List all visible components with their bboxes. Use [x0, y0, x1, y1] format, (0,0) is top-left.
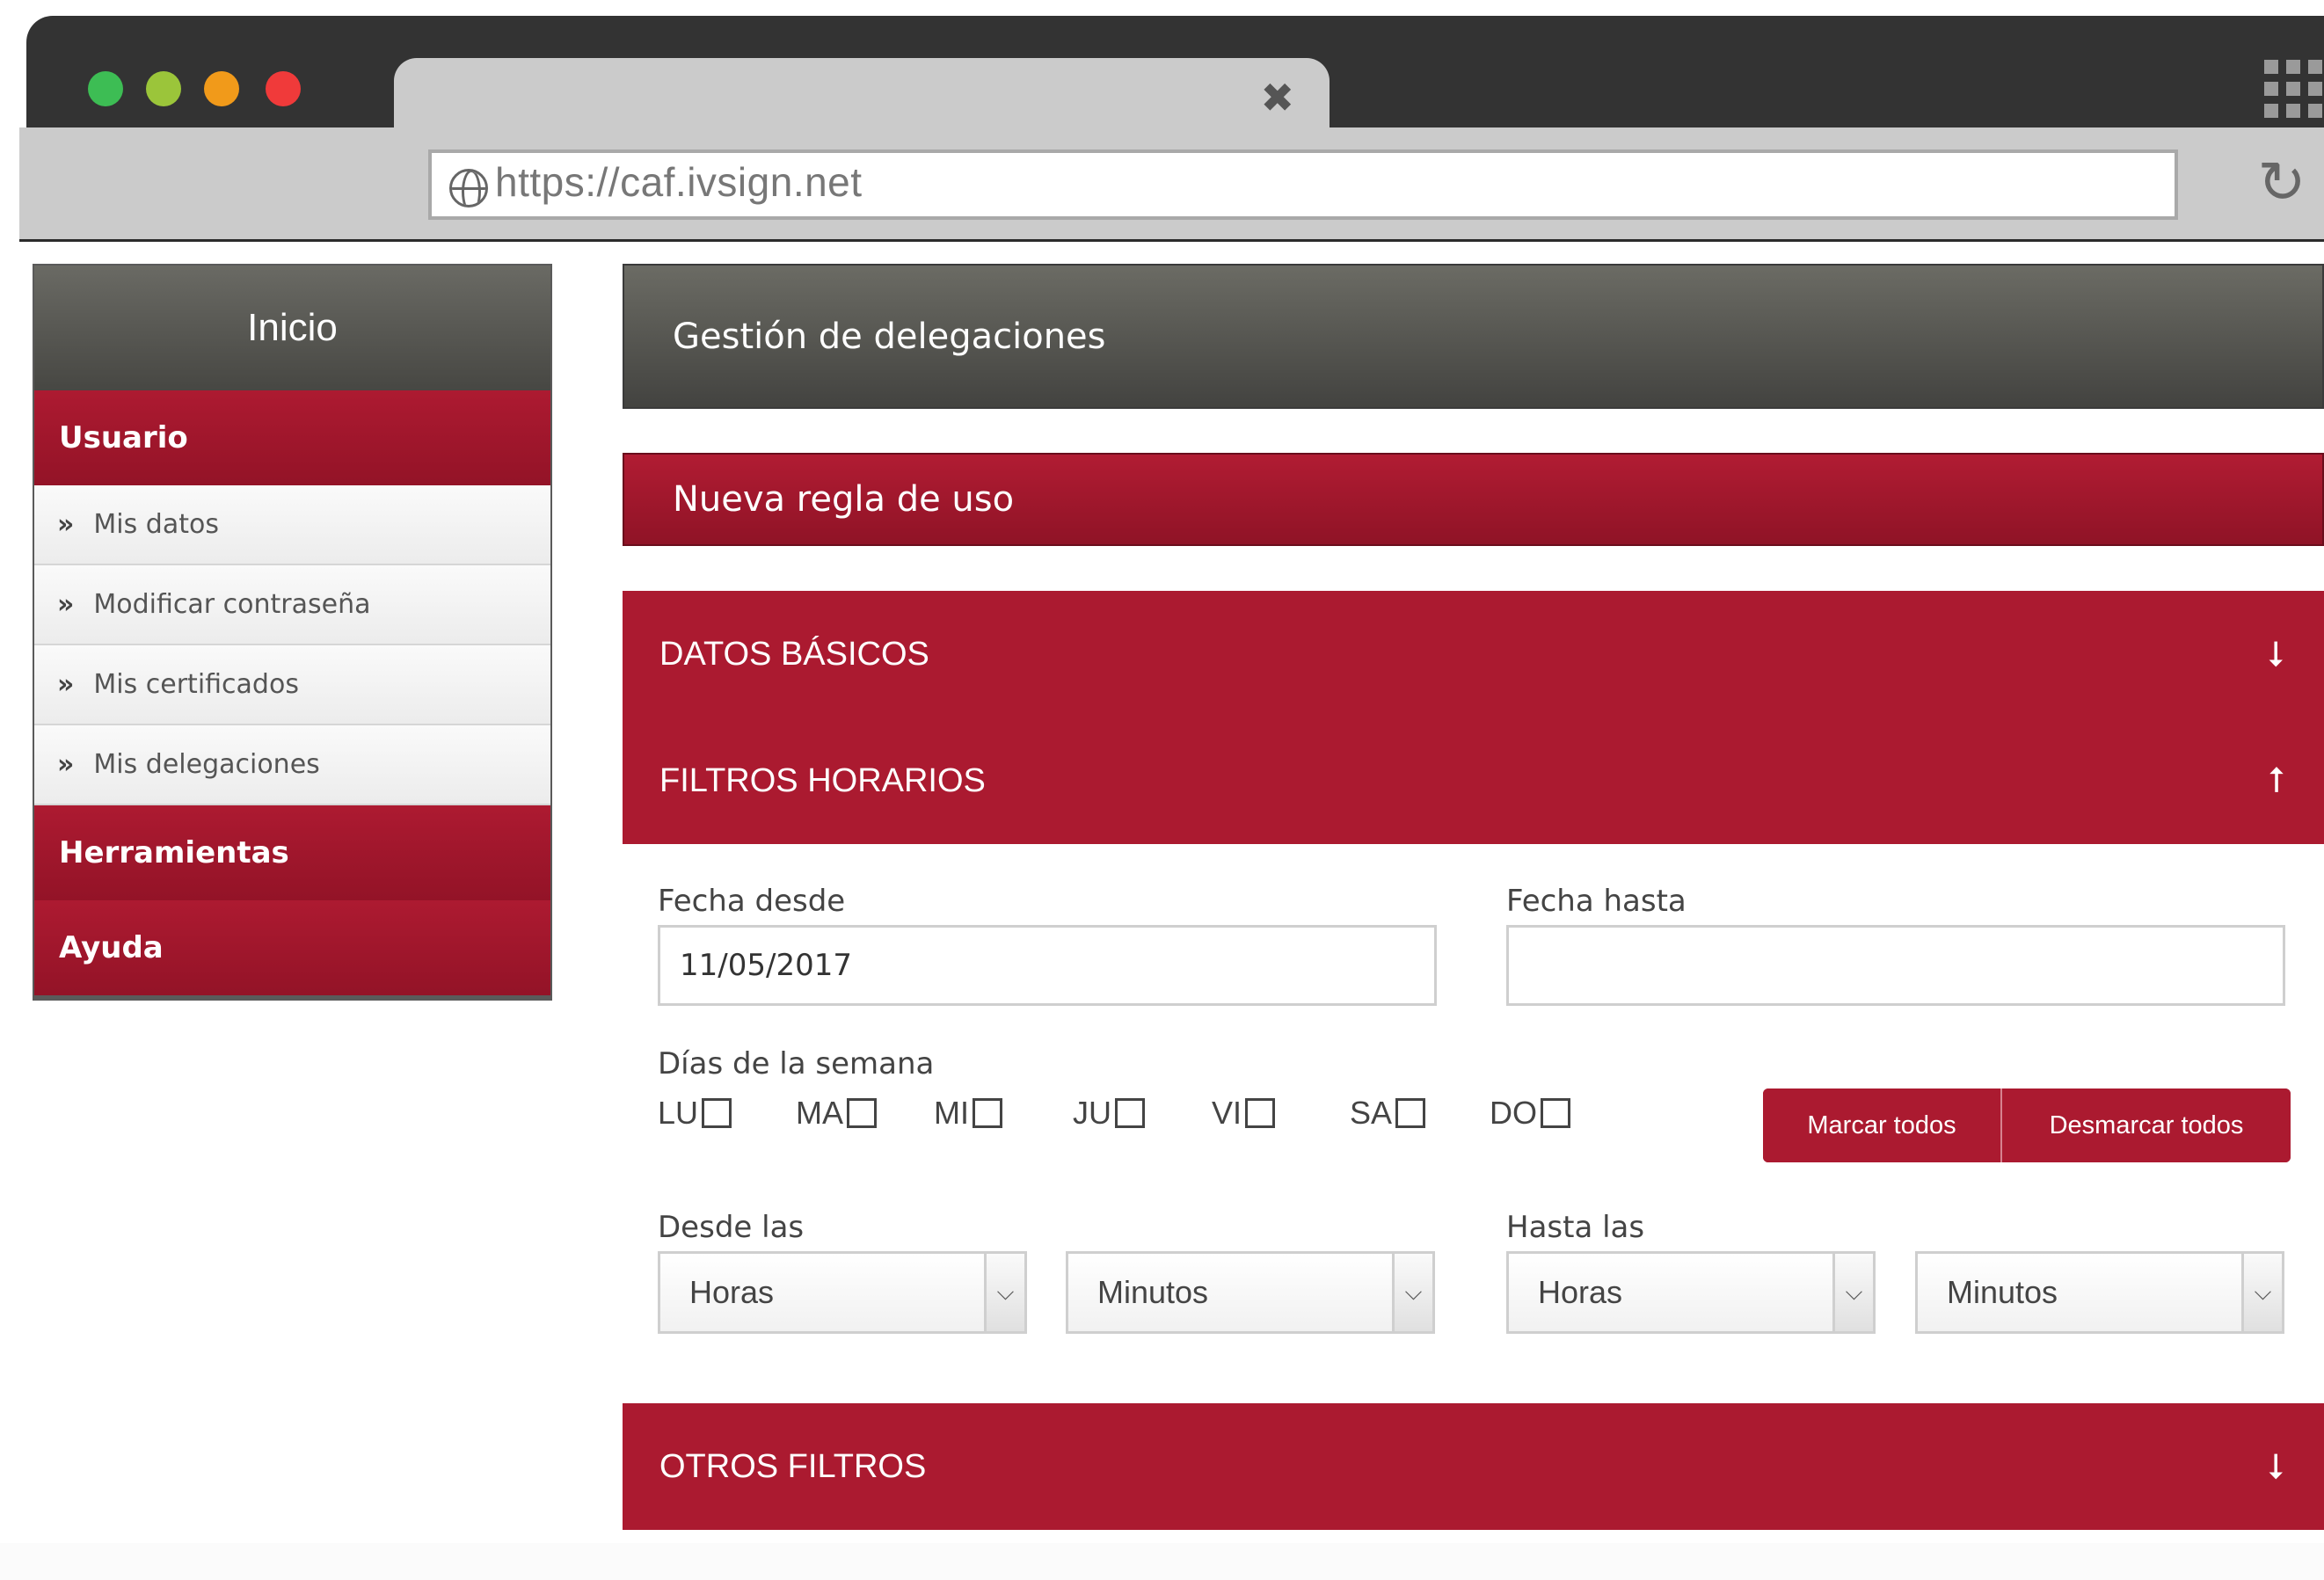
checkbox[interactable]	[973, 1098, 1002, 1128]
weekday-label: VI	[1212, 1095, 1242, 1131]
select-value: Horas	[689, 1274, 775, 1310]
check-all-button[interactable]: Marcar todos	[1763, 1089, 2002, 1162]
chevron-down-icon[interactable]: ⌵	[1392, 1254, 1432, 1331]
date-to-label: Fecha hasta	[1506, 884, 1687, 919]
window-maximize-dot[interactable]	[88, 71, 123, 106]
window-close-dot[interactable]	[266, 71, 301, 106]
sidebar-home[interactable]: Inicio	[34, 266, 550, 390]
sidebar-item-label: Mis certificados	[93, 669, 299, 700]
apps-grid-icon[interactable]	[2264, 60, 2322, 118]
weekday-mi[interactable]: MI	[934, 1095, 1002, 1132]
checkbox[interactable]	[702, 1098, 732, 1128]
accordion-label: OTROS FILTROS	[659, 1447, 927, 1485]
bullet-icon: »	[57, 589, 75, 620]
chevron-down-icon[interactable]: ⌵	[984, 1254, 1024, 1331]
weekday-label: LU	[658, 1095, 699, 1131]
sidebar-item-mis-datos[interactable]: » Mis datos	[34, 485, 550, 565]
select-value: Minutos	[1097, 1274, 1209, 1310]
browser-titlebar: ✖	[26, 16, 2324, 146]
section-title: Nueva regla de uso	[623, 453, 2324, 546]
from-hours-select[interactable]: Horas ⌵	[658, 1251, 1027, 1334]
reload-icon[interactable]: ↻	[2253, 154, 2311, 212]
accordion-label: FILTROS HORARIOS	[659, 761, 986, 799]
sidebar-item-label: Mis delegaciones	[93, 749, 320, 780]
chevron-down-icon[interactable]: ⌵	[2241, 1254, 2282, 1331]
bullet-icon: »	[57, 749, 75, 780]
window-minimize-dot[interactable]	[204, 71, 239, 106]
sidebar-section-ayuda[interactable]: Ayuda	[34, 900, 550, 995]
globe-icon	[449, 169, 488, 208]
to-time-label: Hasta las	[1506, 1210, 1645, 1245]
weekday-label: JU	[1073, 1095, 1111, 1131]
url-text: https://caf.ivsign.net	[495, 159, 863, 205]
accordion-group-bottom: OTROS FILTROS ⭣	[623, 1403, 2324, 1530]
weekday-ju[interactable]: JU	[1073, 1095, 1145, 1132]
arrow-up-icon: ⭡	[2268, 761, 2284, 801]
to-hours-select[interactable]: Horas ⌵	[1506, 1251, 1876, 1334]
bullet-icon: »	[57, 669, 75, 700]
accordion-label: DATOS BÁSICOS	[659, 635, 929, 673]
sidebar: Inicio Usuario » Mis datos » Modificar c…	[33, 264, 552, 1001]
date-to-input[interactable]	[1506, 925, 2285, 1006]
weekdays-label: Días de la semana	[658, 1046, 935, 1081]
url-input[interactable]: https://caf.ivsign.net	[428, 149, 2178, 220]
checkbox[interactable]	[1245, 1098, 1276, 1128]
weekday-lu[interactable]: LU	[658, 1095, 732, 1132]
address-bar: https://caf.ivsign.net ↻	[19, 127, 2324, 242]
weekday-ma[interactable]: MA	[796, 1095, 877, 1132]
close-icon[interactable]: ✖	[1260, 77, 1294, 118]
weekday-vi[interactable]: VI	[1212, 1095, 1276, 1132]
checkbox[interactable]	[1395, 1098, 1426, 1128]
accordion-group: DATOS BÁSICOS ⭣ FILTROS HORARIOS ⭡	[623, 591, 2324, 844]
weekday-button-group: Marcar todos Desmarcar todos	[1763, 1089, 2291, 1162]
to-minutes-select[interactable]: Minutos ⌵	[1915, 1251, 2284, 1334]
sidebar-item-modificar-contrasena[interactable]: » Modificar contraseña	[34, 565, 550, 645]
checkbox[interactable]	[847, 1098, 877, 1128]
weekday-label: MA	[796, 1095, 843, 1131]
checkbox[interactable]	[1115, 1098, 1145, 1128]
from-time-label: Desde las	[658, 1210, 805, 1245]
from-minutes-select[interactable]: Minutos ⌵	[1066, 1251, 1435, 1334]
weekday-do[interactable]: DO	[1490, 1095, 1570, 1132]
arrow-down-icon: ⭣	[2268, 1446, 2284, 1487]
weekday-label: DO	[1490, 1095, 1537, 1131]
page-bottom-edge	[0, 1543, 2324, 1580]
date-from-input[interactable]: 11/05/2017	[658, 925, 1437, 1006]
arrow-down-icon: ⭣	[2268, 634, 2284, 674]
page-title: Gestión de delegaciones	[623, 264, 2324, 409]
weekday-sa[interactable]: SA	[1350, 1095, 1426, 1132]
sidebar-item-label: Mis datos	[93, 509, 219, 540]
sidebar-section-usuario[interactable]: Usuario	[34, 390, 550, 485]
weekday-label: MI	[934, 1095, 969, 1131]
sidebar-section-herramientas[interactable]: Herramientas	[34, 805, 550, 900]
accordion-datos-basicos[interactable]: DATOS BÁSICOS ⭣	[623, 591, 2324, 717]
uncheck-all-button[interactable]: Desmarcar todos	[2002, 1089, 2291, 1162]
chevron-down-icon[interactable]: ⌵	[1832, 1254, 1873, 1331]
select-value: Horas	[1538, 1274, 1623, 1310]
select-value: Minutos	[1947, 1274, 2058, 1310]
accordion-filtros-horarios[interactable]: FILTROS HORARIOS ⭡	[623, 717, 2324, 844]
sidebar-item-mis-certificados[interactable]: » Mis certificados	[34, 645, 550, 725]
accordion-otros-filtros[interactable]: OTROS FILTROS ⭣	[623, 1403, 2324, 1530]
weekday-label: SA	[1350, 1095, 1393, 1131]
bullet-icon: »	[57, 509, 75, 540]
window-fullscreen-dot[interactable]	[146, 71, 181, 106]
sidebar-item-mis-delegaciones[interactable]: » Mis delegaciones	[34, 725, 550, 805]
date-from-label: Fecha desde	[658, 884, 846, 919]
checkbox[interactable]	[1541, 1098, 1570, 1128]
sidebar-item-label: Modificar contraseña	[93, 589, 371, 620]
